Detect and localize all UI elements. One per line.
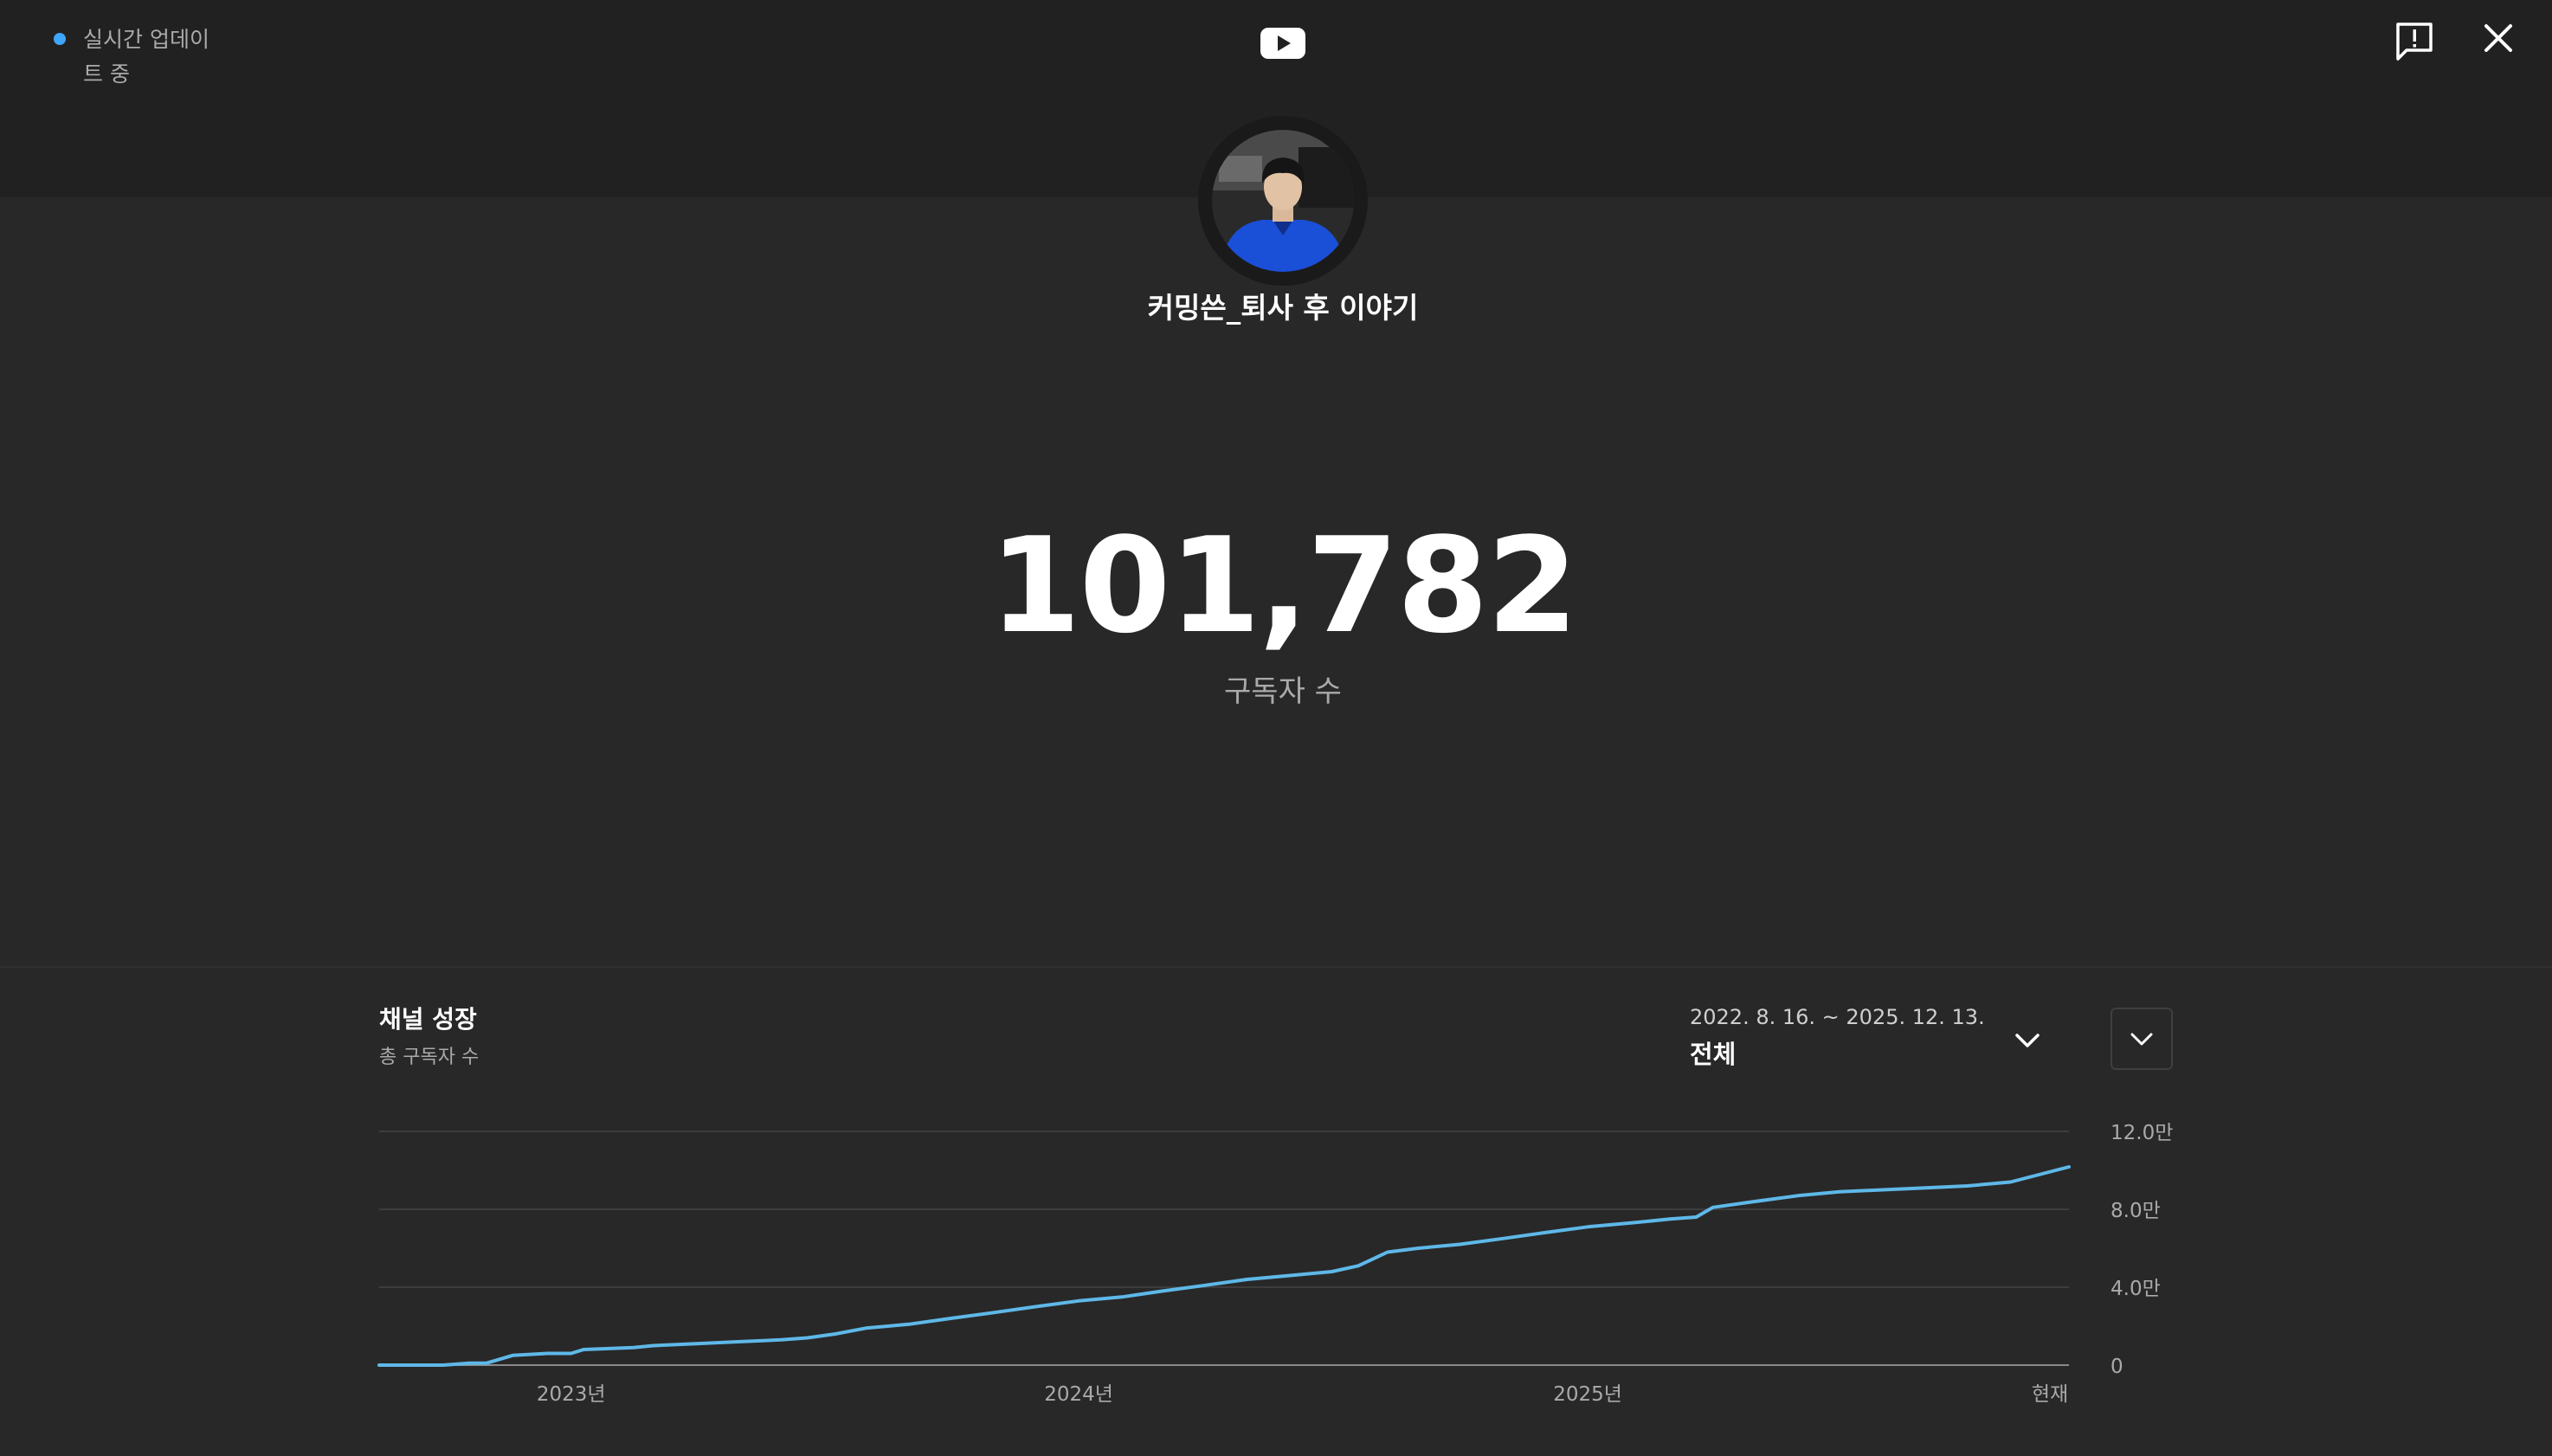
chart-y-tick-label: 8.0만 xyxy=(2111,1200,2161,1222)
subscriber-count-label: 구독자 수 xyxy=(1224,674,1342,709)
subscriber-count: 101,782 xyxy=(989,509,1578,662)
live-status: 실시간 업데이트 중 xyxy=(54,23,227,92)
chart-x-tick-label: 2023년 xyxy=(537,1383,606,1406)
chart-y-tick-label: 12.0만 xyxy=(2111,1122,2173,1144)
date-range-dates: 2022. 8. 16. ~ 2025. 12. 13. xyxy=(1690,1005,1985,1029)
chart-x-tick-label: 현재 xyxy=(2032,1383,2068,1406)
live-indicator-dot xyxy=(54,33,66,45)
chart-x-tick-label: 2025년 xyxy=(1553,1383,1622,1406)
live-status-text: 실시간 업데이트 중 xyxy=(83,27,209,87)
section-divider xyxy=(0,966,2552,968)
growth-title: 채널 성장 xyxy=(379,1005,477,1034)
date-range-dropdown[interactable]: 2022. 8. 16. ~ 2025. 12. 13. 전체 xyxy=(1690,999,2050,1072)
feedback-icon[interactable] xyxy=(2393,19,2436,62)
channel-avatar[interactable] xyxy=(1212,130,1354,272)
chart-x-tick-label: 2024년 xyxy=(1044,1383,1113,1406)
youtube-logo-icon[interactable] xyxy=(1260,28,1305,59)
chevron-down-icon xyxy=(2015,1034,2040,1047)
close-icon[interactable] xyxy=(2481,21,2516,55)
chart-series-line xyxy=(377,1165,2071,1367)
subscriber-growth-chart: 12.0만 8.0만 4.0만 0 2023년 2024년 2025년 현재 xyxy=(377,1122,2173,1406)
chevron-down-icon xyxy=(2130,1033,2153,1046)
growth-subtitle: 총 구독자 수 xyxy=(379,1047,480,1068)
chart-y-tick-label: 0 xyxy=(2111,1356,2123,1378)
date-range-selected: 전체 xyxy=(1690,1040,1737,1069)
channel-name[interactable]: 커밍쓴_퇴사 후 이야기 xyxy=(973,287,1593,329)
chart-y-tick-label: 4.0만 xyxy=(2111,1278,2161,1300)
expand-chart-button[interactable] xyxy=(2111,1008,2173,1070)
